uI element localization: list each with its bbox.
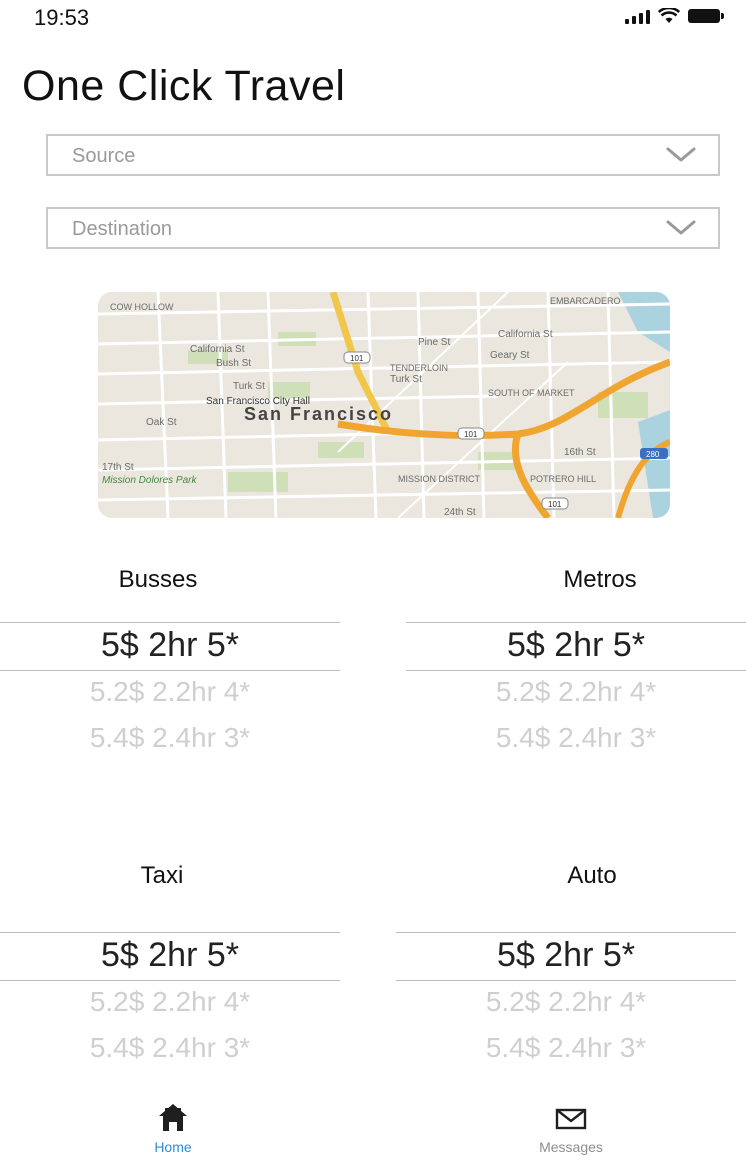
- battery-icon: [688, 9, 724, 23]
- taxi-option[interactable]: 5.2$ 2.2hr 4*: [0, 986, 340, 1018]
- map-label: MISSION DISTRICT: [398, 474, 481, 484]
- tab-home[interactable]: Home: [113, 1102, 233, 1155]
- status-bar: 19:53: [0, 0, 746, 36]
- map-label: Oak St: [146, 417, 177, 428]
- page-title: One Click Travel: [22, 62, 346, 110]
- tab-bar: Home Messages: [0, 1096, 746, 1156]
- busses-divider-bottom: [0, 670, 340, 671]
- map-label: 101: [464, 430, 478, 439]
- map-label: 101: [548, 500, 562, 509]
- metros-title: Metros: [563, 566, 637, 593]
- busses-option[interactable]: 5.2$ 2.2hr 4*: [0, 676, 340, 708]
- map-label: TENDERLOIN: [390, 363, 448, 373]
- map-label: Mission Dolores Park: [102, 475, 197, 486]
- chevron-down-icon: [666, 147, 696, 162]
- map-label: Turk St: [233, 381, 265, 392]
- auto-option[interactable]: 5.4$ 2.4hr 3*: [396, 1032, 736, 1064]
- home-icon: [159, 1104, 187, 1131]
- auto-divider-top: [396, 932, 736, 933]
- source-select[interactable]: Source: [46, 134, 720, 176]
- status-time: 19:53: [34, 5, 90, 30]
- busses-title: Busses: [118, 566, 198, 593]
- metros-divider-top: [406, 622, 746, 623]
- map-label: Geary St: [490, 350, 530, 361]
- tab-home-label: Home: [154, 1139, 192, 1155]
- taxi-option[interactable]: 5.4$ 2.4hr 3*: [0, 1032, 340, 1064]
- map-label: California St: [498, 329, 553, 340]
- map-view[interactable]: COW HOLLOW EMBARCADERO California St Cal…: [98, 292, 670, 518]
- map-label: Bush St: [216, 358, 251, 369]
- map-label: EMBARCADERO: [550, 296, 621, 306]
- chevron-down-icon: [666, 220, 696, 235]
- map-label: 17th St: [102, 462, 134, 473]
- envelope-icon: [555, 1108, 587, 1130]
- signal-icon: [625, 8, 650, 24]
- map-label: San Francisco: [244, 404, 393, 424]
- map-label: SOUTH OF MARKET: [488, 388, 575, 398]
- taxi-title: Taxi: [140, 862, 184, 889]
- destination-placeholder: Destination: [72, 218, 173, 240]
- auto-divider-bottom: [396, 980, 736, 981]
- auto-option[interactable]: 5.2$ 2.2hr 4*: [396, 986, 736, 1018]
- tab-messages[interactable]: Messages: [511, 1102, 631, 1155]
- busses-option[interactable]: 5.4$ 2.4hr 3*: [0, 722, 340, 754]
- metros-divider-bottom: [406, 670, 746, 671]
- metros-option[interactable]: 5.2$ 2.2hr 4*: [406, 676, 746, 708]
- busses-divider-top: [0, 622, 340, 623]
- map-label: 101: [350, 354, 364, 363]
- auto-option-selected[interactable]: 5$ 2hr 5*: [396, 936, 736, 975]
- map-label: California St: [190, 344, 245, 355]
- map-label: 16th St: [564, 447, 596, 458]
- taxi-divider-top: [0, 932, 340, 933]
- status-icons: [625, 8, 724, 24]
- metros-option[interactable]: 5.4$ 2.4hr 3*: [406, 722, 746, 754]
- map-label: 280: [646, 450, 660, 459]
- metros-option-selected[interactable]: 5$ 2hr 5*: [406, 626, 746, 665]
- tab-messages-label: Messages: [539, 1139, 603, 1155]
- taxi-divider-bottom: [0, 980, 340, 981]
- busses-option-selected[interactable]: 5$ 2hr 5*: [0, 626, 340, 665]
- map-label: 24th St: [444, 507, 476, 518]
- taxi-option-selected[interactable]: 5$ 2hr 5*: [0, 936, 340, 975]
- map-label: Pine St: [418, 337, 450, 348]
- source-placeholder: Source: [72, 145, 136, 167]
- map-canvas: COW HOLLOW EMBARCADERO California St Cal…: [98, 292, 670, 518]
- destination-select[interactable]: Destination: [46, 207, 720, 249]
- map-label: COW HOLLOW: [110, 302, 174, 312]
- auto-title: Auto: [567, 862, 617, 889]
- wifi-icon: [658, 8, 680, 23]
- map-label: Turk St: [390, 374, 422, 385]
- map-label: POTRERO HILL: [530, 474, 596, 484]
